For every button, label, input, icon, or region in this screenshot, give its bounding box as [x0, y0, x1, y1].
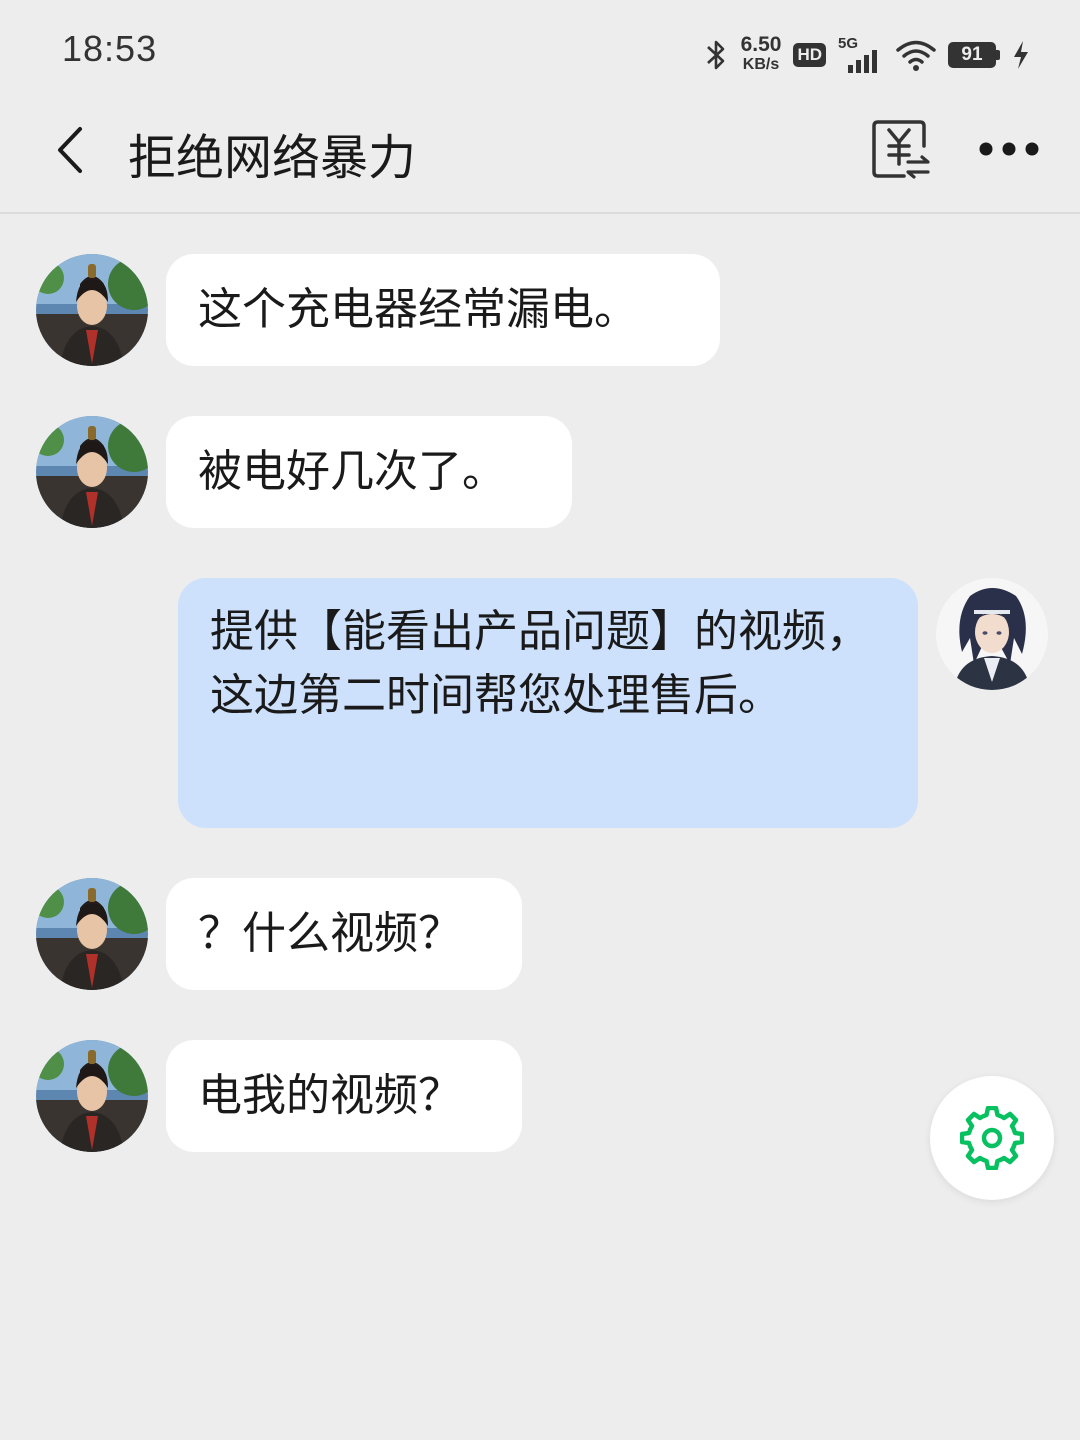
back-button[interactable]: [44, 120, 94, 180]
battery-icon: 91: [948, 42, 1000, 68]
message-bubble-outgoing[interactable]: 提供【能看出产品问题】的视频，这边第二时间帮您处理售后。: [178, 578, 918, 828]
message-bubble-incoming[interactable]: 电我的视频？: [166, 1040, 522, 1152]
sender-avatar[interactable]: [36, 1040, 148, 1152]
net-speed: 6.50 KB/s: [740, 33, 782, 75]
my-avatar[interactable]: [936, 578, 1048, 690]
transfer-button[interactable]: [868, 116, 934, 182]
chevron-left-icon: [58, 127, 82, 173]
status-bar: 18:53 6.50 KB/s HD 5G 91: [0, 0, 1080, 100]
sender-avatar[interactable]: [36, 878, 148, 990]
bluetooth-icon: [706, 40, 724, 70]
sender-avatar[interactable]: [36, 416, 148, 528]
more-button[interactable]: [976, 124, 1042, 174]
status-indicators: 6.50 KB/s HD 5G 91: [703, 30, 1030, 80]
wifi-icon: [896, 40, 936, 71]
more-dots-icon: [979, 142, 1039, 156]
yuan-transfer-icon: [872, 120, 930, 179]
sender-avatar[interactable]: [36, 254, 148, 366]
gear-icon: [960, 1106, 1024, 1170]
battery-level: 91: [948, 42, 996, 68]
floating-settings-button[interactable]: [930, 1076, 1054, 1200]
chat-header: 拒绝网络暴力: [0, 100, 1080, 214]
chat-title: 拒绝网络暴力: [128, 130, 417, 186]
net-speed-unit: KB/s: [742, 56, 780, 73]
hd-badge: HD: [793, 43, 826, 67]
message-bubble-incoming[interactable]: 被电好几次了。: [166, 416, 572, 528]
cellular-signal-icon: 5G: [838, 35, 884, 75]
message-bubble-incoming[interactable]: 这个充电器经常漏电。: [166, 254, 720, 366]
message-bubble-incoming[interactable]: ？什么视频？: [166, 878, 522, 990]
net-speed-value: 6.50: [740, 33, 782, 56]
charging-bolt-icon: [1014, 41, 1028, 69]
status-time: 18:53: [62, 28, 158, 69]
